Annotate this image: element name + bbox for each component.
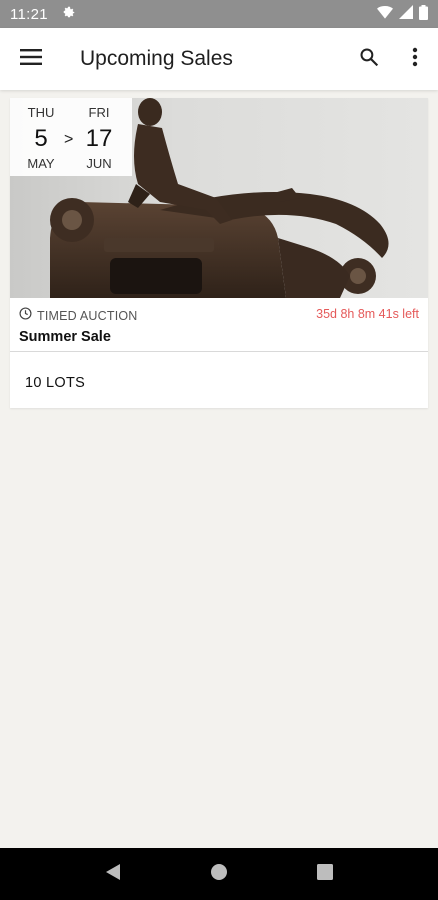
back-icon [105,863,121,886]
signal-icon [399,5,413,23]
end-month: JUN [86,156,112,171]
clock-icon [19,307,32,325]
page-title: Upcoming Sales [80,47,233,70]
settings-icon [62,5,76,23]
recents-icon [317,863,333,885]
search-icon [359,47,379,72]
sale-meta: TIMED AUCTION 35d 8h 8m 41s left Summer … [10,303,428,347]
wifi-icon [377,5,393,23]
home-icon [210,863,228,886]
sale-image: THU 5 MAY > FRI 17 JUN [10,98,428,298]
lot-count: 10 LOTS [25,375,86,391]
start-day: 5 [34,125,48,152]
more-options-button[interactable] [392,28,438,90]
battery-icon [419,4,428,24]
start-month: MAY [27,156,55,171]
status-time: 11:21 [10,5,48,23]
system-nav-bar [0,848,438,900]
countdown-timer: 35d 8h 8m 41s left [316,307,419,321]
sale-date-range: THU 5 MAY > FRI 17 JUN [10,98,132,176]
app-bar: Upcoming Sales [0,28,438,90]
home-button[interactable] [199,854,239,894]
recents-button[interactable] [305,854,345,894]
sale-name: Summer Sale [19,329,111,345]
end-day: 17 [85,125,113,152]
auction-type: TIMED AUCTION [37,309,138,323]
status-bar: 11:21 [0,0,438,28]
card-divider [10,351,428,352]
sale-card[interactable]: THU 5 MAY > FRI 17 JUN TIMED AUCTION 35d… [10,98,428,408]
back-button[interactable] [93,854,133,894]
menu-button[interactable] [0,28,62,90]
menu-icon [20,48,42,70]
end-day-of-week: FRI [88,105,110,120]
search-button[interactable] [346,28,392,90]
start-day-of-week: THU [27,105,55,120]
range-arrow: > [64,131,74,148]
more-vert-icon [412,47,418,72]
